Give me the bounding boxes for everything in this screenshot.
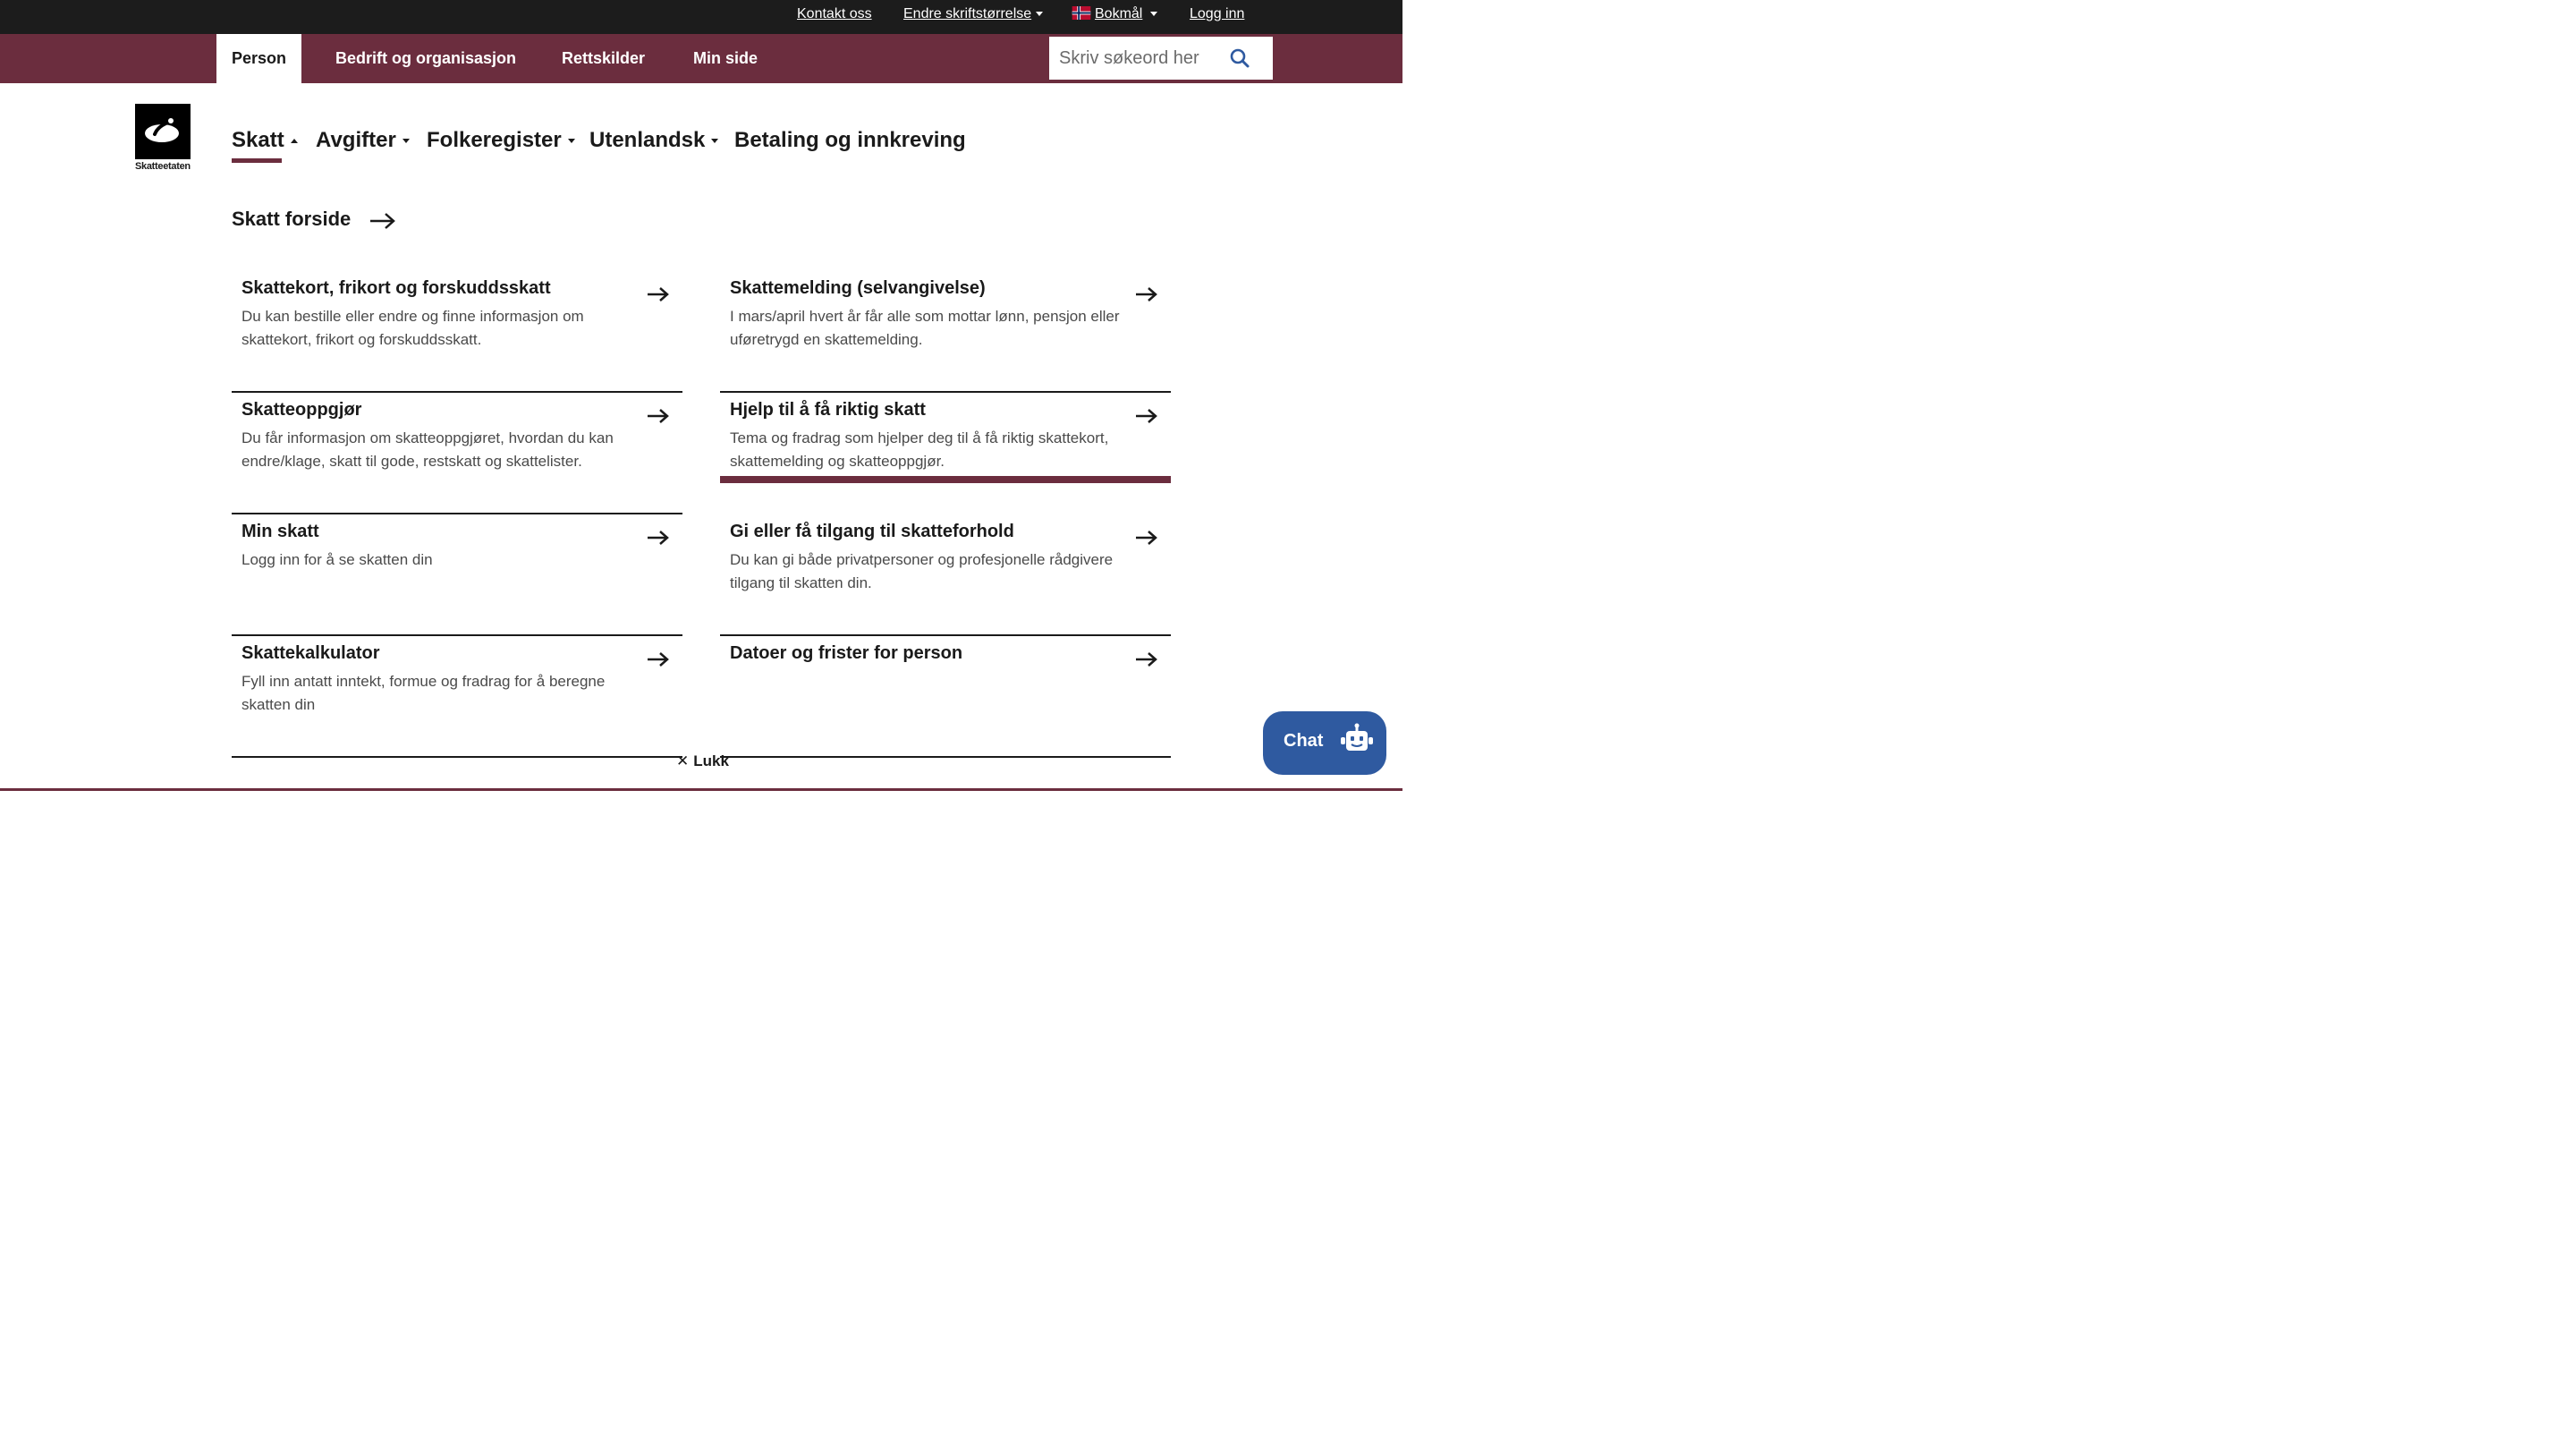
logo-mark bbox=[135, 104, 191, 159]
card-title: Hjelp til å få riktig skatt bbox=[730, 400, 926, 420]
chatbot-icon bbox=[1341, 723, 1373, 751]
subnav-skatt[interactable]: Skatt bbox=[232, 128, 298, 153]
card-description: I mars/april hvert år får alle som motta… bbox=[730, 308, 1120, 348]
card-skatteoppgjor[interactable]: Skatteoppgjør Du får informasjon om skat… bbox=[232, 393, 682, 514]
chevron-down-icon bbox=[567, 139, 575, 144]
chat-button[interactable]: Chat bbox=[1263, 711, 1386, 775]
subnav-utenlandsk[interactable]: Utenlandsk bbox=[589, 128, 719, 153]
arrow-right-icon bbox=[370, 213, 395, 229]
subnav-label: Avgifter bbox=[316, 128, 396, 152]
arrow-right-icon bbox=[1136, 652, 1157, 667]
card-title: Skatteoppgjør bbox=[242, 400, 362, 420]
card-hjelp-riktig-skatt[interactable]: Hjelp til å få riktig skatt Tema og frad… bbox=[720, 393, 1171, 483]
logo-emblem-icon bbox=[145, 118, 179, 142]
tab-min-side[interactable]: Min side bbox=[693, 34, 758, 83]
chevron-down-icon bbox=[402, 139, 410, 144]
chat-label: Chat bbox=[1284, 731, 1324, 751]
arrow-right-icon bbox=[648, 409, 669, 423]
arrow-right-icon bbox=[648, 287, 669, 302]
card-title: Gi eller få tilgang til skatteforhold bbox=[730, 522, 1014, 541]
card-description: Fyll inn antatt inntekt, formue og fradr… bbox=[242, 673, 606, 713]
tab-bedrift[interactable]: Bedrift og organisasjon bbox=[335, 34, 516, 83]
card-min-skatt[interactable]: Min skatt Logg inn for å se skatten din bbox=[232, 514, 682, 636]
search-input[interactable] bbox=[1049, 37, 1228, 80]
chevron-down-icon bbox=[711, 139, 719, 144]
search-button[interactable] bbox=[1228, 37, 1273, 80]
card-title: Skattemelding (selvangivelse) bbox=[730, 278, 986, 298]
search-icon bbox=[1230, 48, 1250, 68]
arrow-right-icon bbox=[648, 652, 669, 667]
font-size-label: Endre skriftstørrelse bbox=[903, 6, 1032, 21]
card-tilgang-skatteforhold[interactable]: Gi eller få tilgang til skatteforhold Du… bbox=[720, 514, 1171, 636]
contact-link[interactable]: Kontakt oss bbox=[797, 6, 872, 22]
card-description: Tema og fradrag som hjelper deg til å få… bbox=[730, 429, 1109, 470]
arrow-right-icon bbox=[1136, 409, 1157, 423]
search-box bbox=[1049, 37, 1273, 80]
arrow-right-icon bbox=[1136, 287, 1157, 302]
subnav-avgifter[interactable]: Avgifter bbox=[316, 128, 410, 153]
main-nav: Person Bedrift og organisasjon Rettskild… bbox=[0, 34, 1402, 83]
card-skattemelding[interactable]: Skattemelding (selvangivelse) I mars/apr… bbox=[720, 271, 1171, 393]
arrow-right-icon bbox=[648, 531, 669, 545]
chevron-down-icon bbox=[1150, 12, 1158, 17]
section-heading-link[interactable]: Skatt forside bbox=[232, 208, 351, 231]
subnav-label: Betaling og innkreving bbox=[734, 128, 966, 152]
utility-bar: Kontakt oss Endre skriftstørrelse Bokmål… bbox=[0, 0, 1402, 34]
norway-flag-icon bbox=[1072, 6, 1091, 20]
subnav-folkeregister[interactable]: Folkeregister bbox=[427, 128, 575, 153]
close-button[interactable]: ✕ Lukk bbox=[676, 752, 729, 770]
card-skattekalkulator[interactable]: Skattekalkulator Fyll inn antatt inntekt… bbox=[232, 636, 682, 758]
card-title: Datoer og frister for person bbox=[730, 643, 963, 663]
subnav-label: Utenlandsk bbox=[589, 128, 706, 152]
chevron-up-icon bbox=[290, 139, 298, 144]
close-label: Lukk bbox=[693, 752, 729, 769]
subnav-label: Skatt bbox=[232, 128, 284, 152]
subnav-betaling[interactable]: Betaling og innkreving bbox=[734, 128, 966, 153]
login-link[interactable]: Logg inn bbox=[1190, 6, 1244, 22]
active-indicator bbox=[232, 158, 282, 163]
font-size-dropdown[interactable]: Endre skriftstørrelse bbox=[903, 6, 1044, 22]
card-skattekort[interactable]: Skattekort, frikort og forskuddsskatt Du… bbox=[232, 271, 682, 393]
card-description: Du kan gi både privatpersoner og profesj… bbox=[730, 551, 1114, 591]
chevron-down-icon bbox=[1036, 12, 1044, 17]
skatteetaten-logo[interactable]: Skatteetaten bbox=[135, 104, 191, 172]
card-datoer-frister[interactable]: Datoer og frister for person bbox=[720, 636, 1171, 758]
card-description: Du kan bestille eller endre og finne inf… bbox=[242, 308, 584, 348]
close-icon: ✕ bbox=[676, 752, 690, 769]
card-title: Min skatt bbox=[242, 522, 319, 541]
language-dropdown[interactable]: Bokmål bbox=[1072, 6, 1158, 22]
logo-text: Skatteetaten bbox=[135, 161, 191, 172]
card-description: Logg inn for å se skatten din bbox=[242, 551, 433, 568]
arrow-right-icon bbox=[1136, 531, 1157, 545]
bottom-border bbox=[0, 788, 1402, 791]
card-description: Du får informasjon om skatteoppgjøret, h… bbox=[242, 429, 614, 470]
tab-rettskilder[interactable]: Rettskilder bbox=[562, 34, 645, 83]
card-title: Skattekalkulator bbox=[242, 643, 380, 663]
subnav-label: Folkeregister bbox=[427, 128, 562, 152]
language-label: Bokmål bbox=[1095, 6, 1143, 21]
card-title: Skattekort, frikort og forskuddsskatt bbox=[242, 278, 551, 298]
tab-person[interactable]: Person bbox=[216, 34, 302, 83]
